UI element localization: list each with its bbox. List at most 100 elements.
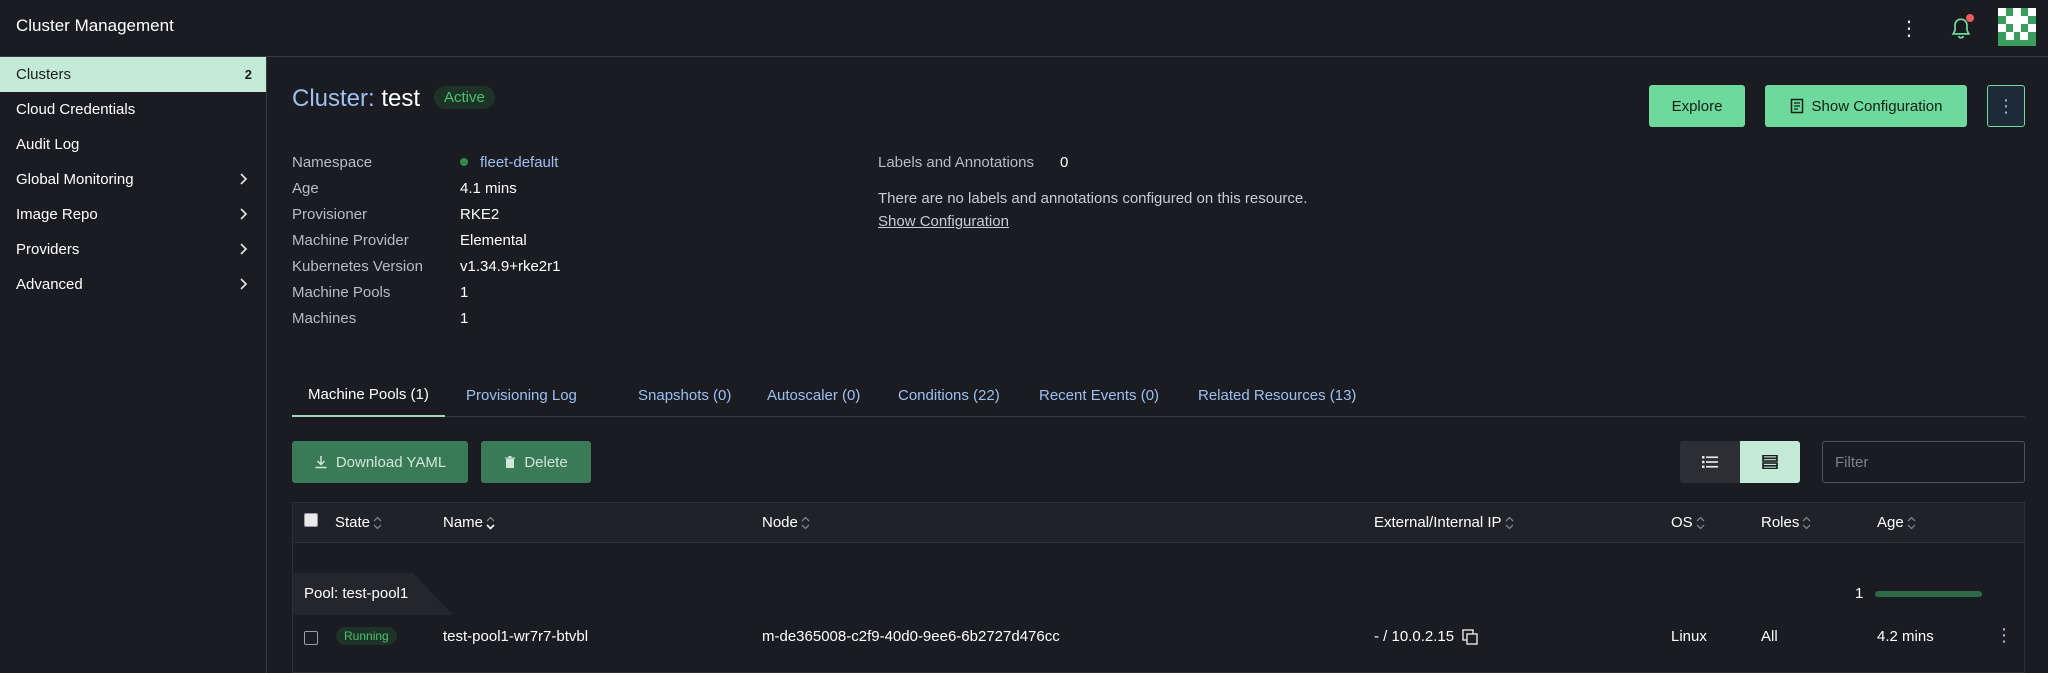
detail-value: 1 [460, 310, 469, 327]
column-header-node[interactable]: Node [762, 514, 810, 531]
detail-label: Namespace [292, 154, 373, 171]
show-configuration-label: Show Configuration [1811, 97, 1943, 115]
namespace-link[interactable]: fleet-default [480, 154, 558, 171]
detail-label: Kubernetes Version [292, 258, 423, 275]
sidebar-item-label: Cloud Credentials [16, 101, 136, 118]
sidebar-item-image-repo[interactable]: Image Repo [0, 197, 266, 232]
tab-bar: Machine Pools (1) Provisioning Log Snaps… [292, 373, 2025, 417]
sidebar-item-label: Providers [16, 241, 80, 258]
sidebar-item-providers[interactable]: Providers [0, 232, 266, 267]
top-bar: Cluster Management ⋮ [0, 0, 2048, 57]
status-badge: Active [434, 86, 495, 109]
more-vertical-icon: ⋮ [1997, 95, 2015, 116]
detail-value: RKE2 [460, 206, 500, 223]
sidebar-count-badge: 2 [244, 67, 252, 82]
detail-label: Machines [292, 310, 357, 327]
labels-annotations-label: Labels and Annotations [878, 154, 1034, 171]
sidebar-item-cloud-credentials[interactable]: Cloud Credentials [0, 92, 266, 127]
machine-name-link[interactable]: test-pool1-wr7r7-btvbl [443, 628, 588, 645]
group-view-button[interactable] [1740, 441, 1800, 483]
avatar[interactable] [1998, 8, 2036, 46]
grouped-rows-icon [1762, 455, 1778, 469]
sort-icon [486, 516, 495, 530]
sidebar-item-audit-log[interactable]: Audit Log [0, 127, 266, 162]
state-badge: Running [336, 627, 397, 645]
column-label: Roles [1761, 514, 1800, 531]
detail-value: v1.34.9+rke2r1 [460, 258, 561, 275]
tab-snapshots[interactable]: Snapshots (0) [638, 373, 731, 417]
tab-related-resources[interactable]: Related Resources (13) [1198, 373, 1356, 417]
tab-recent-events[interactable]: Recent Events (0) [1039, 373, 1159, 417]
notification-dot [1966, 14, 1974, 22]
tab-autoscaler[interactable]: Autoscaler (0) [767, 373, 860, 417]
show-configuration-link[interactable]: Show Configuration [878, 213, 1009, 230]
detail-value: Elemental [460, 232, 527, 249]
roles-value: All [1761, 628, 1778, 645]
column-label: State [335, 514, 371, 531]
sidebar-item-label: Clusters [16, 66, 72, 83]
more-vertical-icon[interactable]: ⋮ [1897, 14, 1921, 42]
chevron-right-icon [240, 243, 248, 255]
node-link[interactable]: m-de365008-c2f9-40d0-9ee6-6b2727d476cc [762, 628, 1060, 645]
machines-table: State Name Node External/Internal IP OS … [292, 502, 2025, 673]
title-prefix: Cluster: [292, 85, 375, 112]
detail-label: Machine Provider [292, 232, 409, 249]
select-all-checkbox[interactable] [304, 513, 318, 527]
list-view-button[interactable] [1680, 441, 1740, 483]
sidebar-item-label: Global Monitoring [16, 171, 134, 188]
download-yaml-button[interactable]: Download YAML [292, 441, 468, 483]
row-actions-icon[interactable]: ⋮ [1995, 625, 2013, 646]
pool-progress-bar [1875, 591, 1982, 597]
detail-label: Age [292, 180, 319, 197]
filter-input[interactable] [1822, 441, 2025, 483]
table-header: State Name Node External/Internal IP OS … [293, 503, 2024, 543]
delete-button[interactable]: Delete [481, 441, 591, 483]
chevron-right-icon [240, 208, 248, 220]
column-header-state[interactable]: State [335, 514, 382, 531]
column-label: External/Internal IP [1374, 514, 1502, 531]
sidebar-item-label: Audit Log [16, 136, 80, 153]
detail-value: 4.1 mins [460, 180, 517, 197]
sort-icon [1696, 516, 1705, 529]
copy-icon[interactable] [1462, 629, 1478, 645]
column-header-age[interactable]: Age [1877, 514, 1916, 531]
sidebar-item-clusters[interactable]: Clusters 2 [0, 57, 266, 92]
explore-button[interactable]: Explore [1649, 85, 1745, 127]
row-checkbox[interactable] [304, 631, 318, 645]
column-label: OS [1671, 514, 1693, 531]
column-header-roles[interactable]: Roles [1761, 514, 1811, 531]
tab-machine-pools[interactable]: Machine Pools (1) [292, 373, 445, 417]
table-row[interactable]: Running test-pool1-wr7r7-btvbl m-de36500… [293, 613, 2024, 663]
sort-icon [1907, 516, 1916, 529]
notifications-bell-icon[interactable] [1946, 14, 1976, 44]
sidebar-item-advanced[interactable]: Advanced [0, 267, 266, 302]
main-content: Cluster: test Active Explore Show Config… [268, 57, 2048, 673]
sort-icon [373, 516, 382, 529]
show-configuration-button[interactable]: Show Configuration [1765, 85, 1967, 127]
detail-value: 1 [460, 284, 469, 301]
download-yaml-label: Download YAML [335, 453, 447, 471]
sidebar-item-label: Image Repo [16, 206, 98, 223]
sidebar-item-global-monitoring[interactable]: Global Monitoring [0, 162, 266, 197]
ip-value: - / 10.0.2.15 [1374, 628, 1455, 645]
pool-group-label: Pool: test-pool1 [304, 585, 409, 602]
document-icon [1790, 98, 1803, 114]
column-header-name[interactable]: Name [443, 514, 495, 531]
sidebar: Clusters 2 Cloud Credentials Audit Log G… [0, 57, 267, 673]
os-value: Linux [1671, 628, 1707, 645]
ip-address: - / 10.0.2.15 [1374, 628, 1478, 645]
tab-conditions[interactable]: Conditions (22) [898, 373, 1000, 417]
detail-label: Provisioner [292, 206, 368, 223]
pool-group-count: 1 [1855, 585, 1864, 602]
column-header-ip[interactable]: External/Internal IP [1374, 514, 1514, 531]
delete-label: Delete [524, 453, 568, 471]
explore-button-label: Explore [1671, 97, 1723, 115]
more-actions-button[interactable]: ⋮ [1987, 85, 2025, 127]
sort-icon [1802, 516, 1811, 529]
tab-provisioning-log[interactable]: Provisioning Log [466, 373, 577, 417]
chevron-right-icon [240, 278, 248, 290]
detail-label: Machine Pools [292, 284, 391, 301]
column-header-os[interactable]: OS [1671, 514, 1705, 531]
trash-icon [505, 455, 516, 468]
cluster-name: test [381, 85, 421, 112]
